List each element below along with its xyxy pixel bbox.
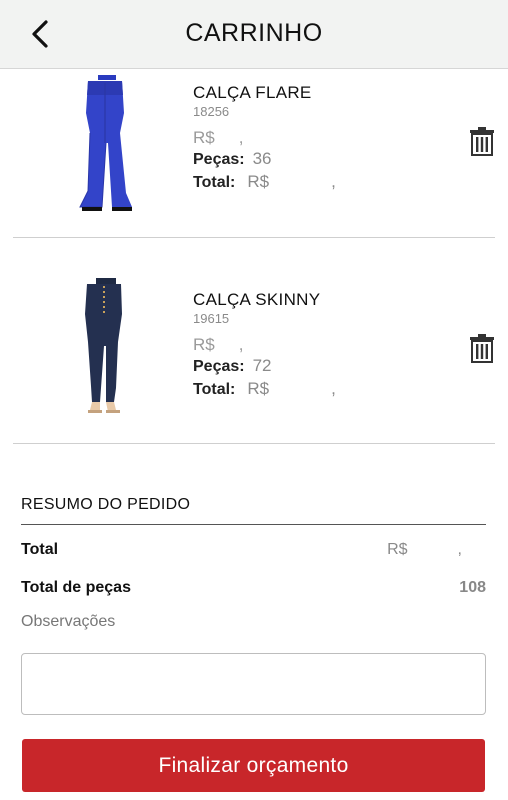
total-comma: , (331, 379, 336, 398)
total-separator: , (277, 172, 336, 191)
pieces-row: Peças: 36 (193, 148, 336, 171)
trash-icon[interactable] (469, 333, 495, 363)
summary-total-currency: R$ (387, 541, 408, 558)
flare-jeans-image (79, 75, 132, 211)
total-currency: R$ (247, 379, 270, 398)
product-code: 18256 (193, 104, 230, 119)
summary-total-row: Total R$, (21, 541, 486, 561)
item-info: CALÇA SKINNY 19615 R$, Peças: 72 Total: R$… (193, 290, 336, 401)
divider (13, 443, 495, 444)
price-currency: R$ (193, 128, 215, 147)
summary-pieces-row: Total de peças 108 (21, 579, 486, 599)
pieces-value: 72 (252, 356, 272, 375)
summary-pieces-value: 108 (459, 579, 486, 596)
pieces-value: 36 (252, 149, 272, 168)
notes-label: Observações (21, 613, 116, 630)
skinny-jeans-image (85, 278, 122, 413)
finalize-quote-button[interactable]: Finalizar orçamento (22, 739, 485, 792)
total-label: Total: (193, 174, 236, 191)
summary-total-separator: , (457, 541, 462, 558)
app-header: CARRINHO (0, 0, 508, 69)
price-currency: R$ (193, 335, 215, 354)
price-separator: , (238, 335, 244, 354)
total-label: Total: (193, 381, 236, 398)
total-separator: , (277, 379, 336, 398)
product-code: 19615 (193, 311, 230, 326)
summary-pieces-label: Total de peças (21, 579, 131, 596)
pieces-row: Peças: 72 (193, 355, 336, 378)
order-summary: RESUMO DO PEDIDO Total R$, Total de peça… (21, 496, 486, 631)
total-currency: R$ (247, 172, 270, 191)
product-name[interactable]: CALÇA SKINNY (193, 290, 336, 310)
price-separator: , (238, 128, 244, 147)
item-info: CALÇA FLARE 18256 R$, Peças: 36 Total: R$, (193, 83, 336, 194)
total-row: Total: R$, (193, 171, 336, 194)
page-title: CARRINHO (185, 19, 323, 47)
summary-title: RESUMO DO PEDIDO (21, 496, 486, 525)
cart-item: CALÇA SKINNY 19615 R$, Peças: 72 Total: R$… (0, 276, 508, 444)
notes-field[interactable] (21, 653, 486, 715)
pieces-label: Peças: (193, 151, 245, 168)
total-row: Total: R$, (193, 378, 336, 401)
total-comma: , (331, 172, 336, 191)
product-name[interactable]: CALÇA FLARE (193, 83, 336, 103)
divider (13, 237, 495, 238)
unit-price: R$, (193, 335, 336, 355)
unit-price: R$, (193, 128, 336, 148)
trash-icon[interactable] (469, 126, 495, 156)
pieces-label: Peças: (193, 358, 245, 375)
summary-total-value: R$, (387, 541, 462, 559)
summary-total-label: Total (21, 541, 59, 558)
cart-item: CALÇA FLARE 18256 R$, Peças: 36 Total: R$, (0, 69, 508, 238)
